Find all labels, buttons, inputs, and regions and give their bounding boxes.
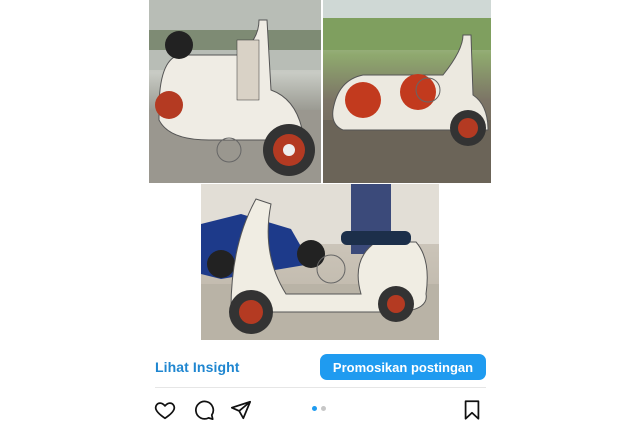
carousel-dot-active xyxy=(312,406,317,411)
scooter-photo xyxy=(149,0,321,183)
post-action-row: Lihat Insight Promosikan postingan xyxy=(155,352,486,382)
divider xyxy=(155,387,486,388)
carousel-dot xyxy=(321,406,326,411)
post-photo-2[interactable] xyxy=(323,0,491,183)
scooter-photo xyxy=(323,0,491,183)
heart-icon xyxy=(154,402,176,420)
post-photo-3[interactable] xyxy=(201,184,439,340)
like-button[interactable] xyxy=(153,399,177,421)
scooter-photo xyxy=(201,184,439,340)
comment-icon xyxy=(195,400,215,421)
comment-button[interactable] xyxy=(192,399,216,421)
send-icon xyxy=(230,400,252,420)
save-button[interactable] xyxy=(460,399,484,421)
promote-post-button[interactable]: Promosikan postingan xyxy=(320,354,486,380)
carousel-indicator xyxy=(312,406,332,412)
post-photo-1[interactable] xyxy=(149,0,321,183)
share-button[interactable] xyxy=(229,399,253,421)
bookmark-icon xyxy=(464,400,480,420)
view-insights-link[interactable]: Lihat Insight xyxy=(155,359,240,375)
